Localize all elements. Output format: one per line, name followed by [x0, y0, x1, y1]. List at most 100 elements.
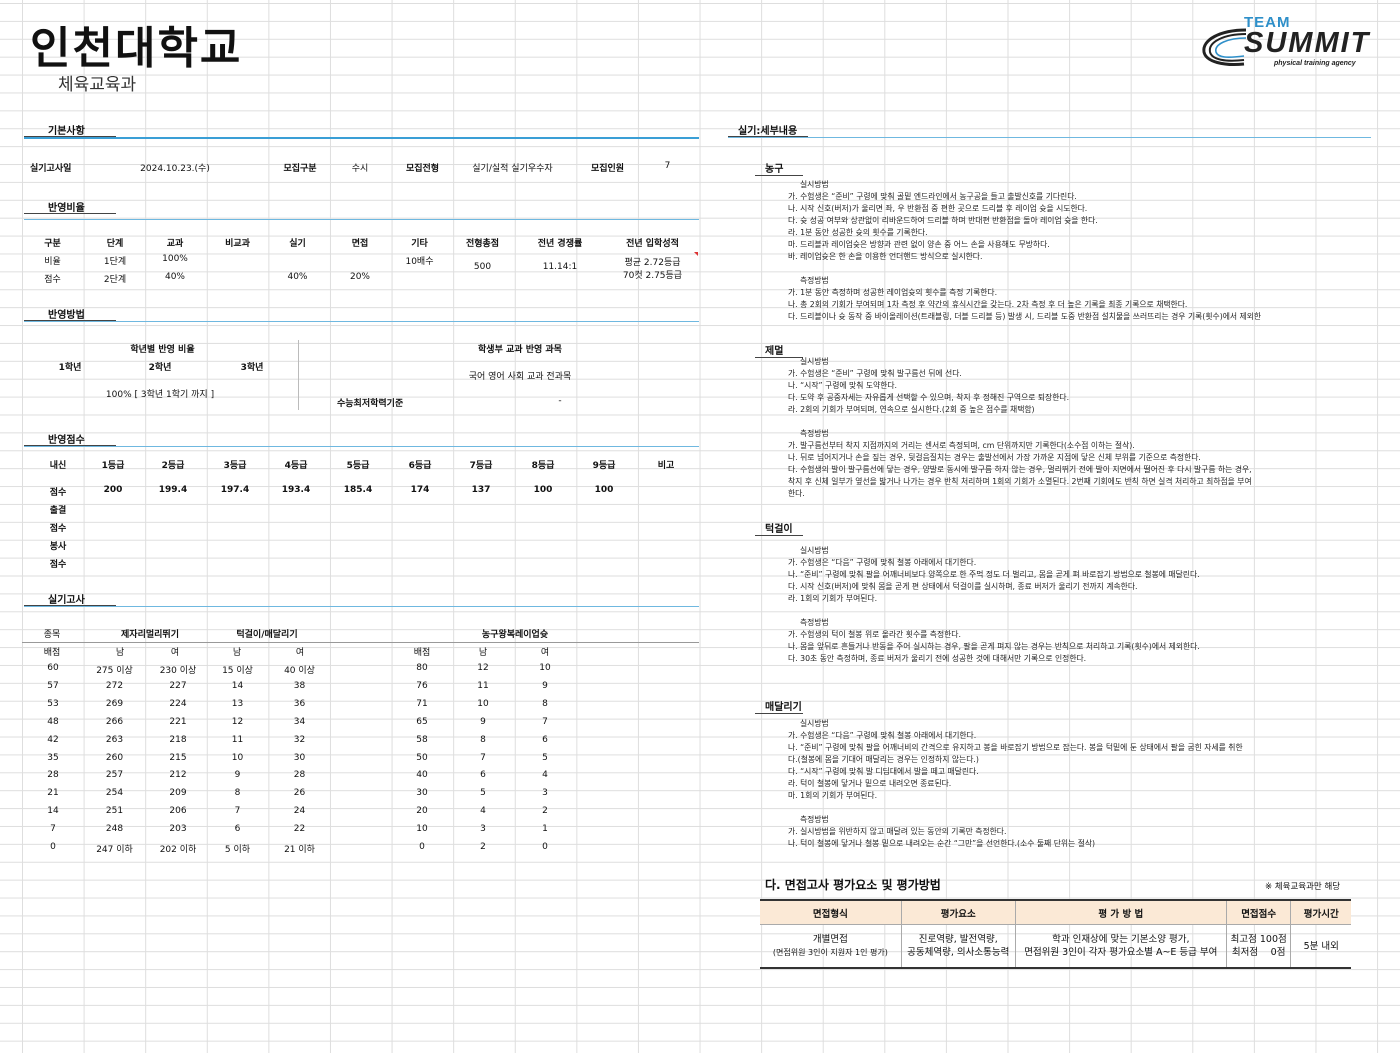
- interview-score: 최고점 100점 최저점 0점: [1225, 924, 1291, 969]
- practical-cell: 42: [47, 734, 59, 745]
- ratio-cell: 20%: [349, 272, 370, 282]
- practical-cell: 10: [416, 824, 428, 835]
- detail-line: 다. 시작 신호(버저)에 맞춰 몸을 곧게 편 상태에서 턱걸이를 실시하며,…: [788, 582, 1138, 591]
- practical-cell: 15 이상: [222, 666, 253, 676]
- detail-line: 다. “시작” 구령에 맞춰 발 디딤대에서 발을 떼고 매달린다.: [788, 767, 979, 776]
- detail-title-hang: 매달리기: [765, 702, 802, 713]
- university-title: 인천대학교: [30, 23, 243, 74]
- practical-cell: 71: [416, 698, 428, 709]
- quota-value: 7: [664, 161, 671, 171]
- practical-cell: 251: [105, 806, 124, 817]
- practical-cell: 12: [231, 716, 244, 727]
- practical-cell: 8: [480, 734, 486, 745]
- format-line: 개별면접: [812, 934, 848, 945]
- section-score: 반영점수: [48, 435, 85, 446]
- minimum-label: 수능최저학력기준: [337, 399, 404, 409]
- practical-cell: 13: [231, 698, 244, 709]
- score-extra-label: 점수: [49, 560, 67, 570]
- detail-line: 나. 뒤로 넘어지거나 손을 짚는 경우, 뒷걸음질치는 경우는 출발선에서 가…: [788, 453, 1201, 462]
- score-cell: 100: [594, 485, 614, 495]
- practical-cell: 35: [47, 752, 59, 763]
- practical-cell: 7: [234, 806, 241, 817]
- interview-header: 평가시간: [1290, 899, 1351, 925]
- section-line: [24, 446, 699, 447]
- score-header-cell: 9등급: [592, 461, 616, 471]
- score-extra-label: 출결: [49, 506, 67, 516]
- ratio-cell: 2단계: [103, 275, 127, 285]
- score-header-cell: 5등급: [346, 461, 370, 471]
- detail-line: 나. “시작” 구령에 맞춰 도약한다.: [788, 381, 898, 390]
- detail-line: 나. 총 2회의 기회가 부여되며 1차 측정 후 약간의 휴식시간을 갖는다.…: [788, 300, 1188, 309]
- practical-cell: 5: [480, 788, 486, 799]
- divider: [298, 340, 299, 410]
- ratio-header-cell: 전년 입학성적: [626, 239, 679, 249]
- female-label: 여: [540, 648, 550, 658]
- detail-line: 라. 1회의 기회가 부여된다.: [788, 594, 878, 603]
- practical-cell: 269: [105, 698, 124, 709]
- grade-ratio-title: 학년별 반영 비율: [130, 345, 195, 355]
- practical-cell: 50: [416, 752, 428, 763]
- method-line: 면접위원 3인이 각자 평가요소별 A~E 등급 부여: [1024, 947, 1218, 958]
- detail-line: 나. 시작 신호(버저)가 울리면 좌, 우 반환점 중 편한 곳으로 드리블 …: [788, 204, 1088, 213]
- detail-line: 라. 1분 동안 성공한 슛의 횟수를 기록한다.: [788, 228, 928, 237]
- swoosh-icon: [1202, 28, 1247, 66]
- score-header-cell: 3등급: [223, 461, 247, 471]
- type-value: 수시: [351, 164, 369, 174]
- practical-cell: 275 이상: [96, 666, 133, 676]
- element-line: 공동체역량, 의사소통능력: [907, 947, 1010, 958]
- event-jump: 제자리멀리뛰기: [121, 630, 179, 640]
- section-practical: 실기고사: [48, 595, 85, 606]
- practical-cell: 266: [105, 716, 124, 727]
- practical-cell: 7: [50, 824, 56, 835]
- detail-line: 나. “준비” 구령에 맞춰 팔을 어깨너비보다 양쪽으로 한 주먹 정도 더 …: [788, 570, 1200, 579]
- score-cell: 174: [410, 485, 430, 495]
- interview-time: 5분 내외: [1290, 924, 1351, 969]
- year-1: 1학년: [58, 363, 82, 373]
- logo-agency: physical training agency: [1274, 60, 1356, 67]
- section-ratio: 반영비율: [48, 203, 85, 214]
- ratio-admission-cut: 70컷 2.75등급: [622, 271, 683, 281]
- event-label: 종목: [43, 630, 61, 640]
- practical-cell: 60: [47, 663, 59, 673]
- score-cell: 100: [533, 485, 553, 495]
- interview-note: ※ 체육교육과만 해당: [1265, 882, 1341, 892]
- practical-cell: 257: [105, 770, 124, 781]
- detail-line: 나. 턱이 철봉에 닿거나 철봉 밑으로 내려오는 순간 “그만”을 선언한다.…: [788, 839, 1096, 848]
- detail-line: 가. 수험생은 “준비” 구령에 맞춰 발구름선 뒤에 선다.: [788, 369, 962, 378]
- practical-cell: 227: [169, 680, 187, 691]
- detail-line: 다. 30초 동안 측정하며, 종료 버저가 울리기 전에 성공한 것에 대해서…: [788, 654, 1087, 663]
- practical-cell: 224: [169, 698, 187, 709]
- section-line: [24, 137, 699, 139]
- practical-cell: 9: [542, 680, 548, 691]
- section-line: [24, 219, 699, 220]
- detail-line: 가. 실시방법을 위반하지 않고 매달려 있는 동안의 기록만 측정한다.: [788, 827, 1007, 836]
- practical-cell: 30: [293, 752, 306, 763]
- practical-cell: 7: [542, 716, 548, 727]
- detail-title-pullup: 턱걸이: [765, 524, 793, 535]
- exam-date-label: 실기고사일: [30, 164, 72, 174]
- detail-line: 라. 턱이 철봉에 닿거나 밑으로 내려오면 종료된다.: [788, 779, 952, 788]
- ratio-cell: 점수: [44, 275, 61, 285]
- score-extra-label: 봉사: [49, 542, 67, 552]
- ratio-cell: 40%: [164, 272, 185, 282]
- detail-method-title: 실시방법: [800, 546, 829, 555]
- ratio-header-cell: 기타: [411, 239, 428, 249]
- practical-cell: 6: [480, 770, 486, 781]
- method-value: 실기/실적 실기우수자: [472, 164, 553, 174]
- practical-cell: 6: [542, 734, 548, 745]
- score-cell: 137: [471, 485, 491, 495]
- practical-cell: 76: [416, 680, 428, 691]
- practical-cell: 30: [416, 788, 428, 799]
- subject-title: 학생부 교과 반영 과목: [478, 345, 562, 355]
- practical-cell: 5 이하: [224, 845, 251, 855]
- score-header-cell: 내신: [49, 461, 67, 471]
- detail-line: 가. 수험생은 “다음” 구령에 맞춰 철봉 아래에서 대기한다.: [788, 558, 977, 567]
- practical-cell: 248: [105, 824, 124, 835]
- practical-cell: 230 이상: [159, 666, 197, 676]
- practical-cell: 80: [416, 663, 428, 673]
- detail-underline: [755, 535, 803, 536]
- ratio-header-cell: 교과: [166, 239, 184, 249]
- practical-cell: 2: [542, 806, 548, 817]
- practical-cell: 21 이하: [284, 845, 315, 855]
- practical-cell: 209: [169, 788, 187, 799]
